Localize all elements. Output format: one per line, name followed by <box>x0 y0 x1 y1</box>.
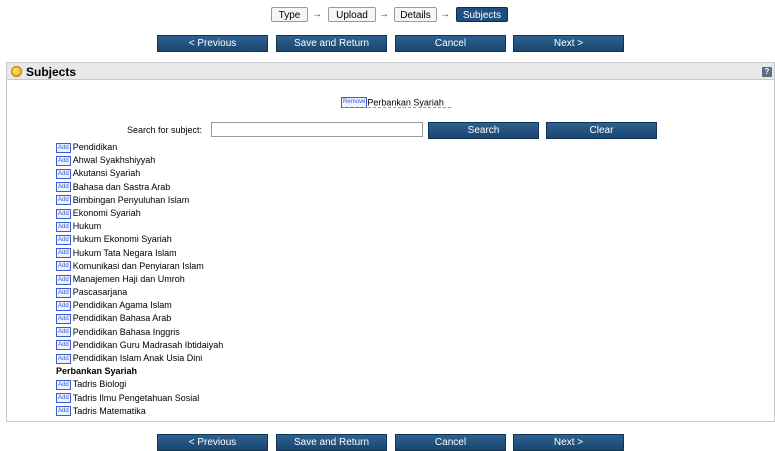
clear-button[interactable]: Clear <box>546 122 657 139</box>
step-subjects[interactable]: Subjects <box>456 7 508 22</box>
subject-list-item[interactable]: Add Tadris Ilmu Pengetahuan Sosial <box>56 392 223 405</box>
subject-name: Bahasa dan Sastra Arab <box>72 181 171 192</box>
subject-name: Ekonomi Syariah <box>72 208 141 219</box>
subject-list: Add Pendidikan Add Ahwal Syakhshiyyah Add Aku… <box>56 141 223 418</box>
subject-name: Tadris Ilmu Pengetahuan Sosial <box>72 392 200 403</box>
subject-name: Pendidikan Islam Anak Usia Dini <box>72 353 203 364</box>
subject-list-item[interactable]: Add Pendidikan Islam Anak Usia Dini <box>56 352 223 365</box>
panel-header: Subjects ? <box>7 63 774 80</box>
subject-list-item[interactable]: Add Hukum Ekonomi Syariah <box>56 233 223 246</box>
subject-list-item[interactable]: Add Ekonomi Syariah <box>56 207 223 220</box>
add-subject-button[interactable]: Add <box>56 327 71 338</box>
previous-button-bottom[interactable]: < Previous <box>157 434 268 451</box>
step-details[interactable]: Details <box>394 7 437 22</box>
step-arrow-icon: → <box>440 9 450 20</box>
subject-list-item[interactable]: Add Hukum Tata Negara Islam <box>56 247 223 260</box>
subject-name: Hukum Ekonomi Syariah <box>72 234 172 245</box>
add-subject-button[interactable]: Add <box>56 142 71 153</box>
subject-list-item[interactable]: Add Ahwal Syakhshiyyah <box>56 154 223 167</box>
subject-name: Bimbingan Penyuluhan Islam <box>72 194 190 205</box>
add-subject-button[interactable]: Add <box>56 287 71 298</box>
add-subject-button[interactable]: Add <box>56 274 71 285</box>
add-subject-button[interactable]: Add <box>56 234 71 245</box>
subject-list-item[interactable]: Add Pendidikan Agama Islam <box>56 299 223 312</box>
divider <box>343 107 451 108</box>
subject-list-item[interactable]: Add Tadris Matematika <box>56 405 223 418</box>
subject-name: Hukum <box>72 221 102 232</box>
subject-name: Hukum Tata Negara Islam <box>72 247 177 258</box>
subject-name: Ahwal Syakhshiyyah <box>72 155 156 166</box>
subject-list-item[interactable]: Add Pendidikan <box>56 141 223 154</box>
subject-list-item[interactable]: Add Pendidikan Bahasa Arab <box>56 312 223 325</box>
subject-name: Pendidikan Bahasa Inggris <box>72 326 180 337</box>
add-subject-button[interactable]: Add <box>56 314 71 325</box>
add-subject-button[interactable]: Add <box>56 208 71 219</box>
subject-name: Pendidikan Agama Islam <box>72 300 172 311</box>
subject-name: Manajemen Haji dan Umroh <box>72 274 185 284</box>
add-subject-button[interactable]: Add <box>56 353 71 364</box>
subject-name: Tadris Matematika <box>72 405 146 416</box>
add-subject-button[interactable]: Add <box>56 261 71 272</box>
add-subject-button[interactable]: Add <box>56 155 71 166</box>
subject-list-item[interactable]: Add Pendidikan Guru Madrasah Ibtidaiyah <box>56 339 223 352</box>
subject-name: Pascasarjana <box>72 287 128 298</box>
next-button-bottom[interactable]: Next > <box>513 434 624 451</box>
add-subject-button[interactable]: Add <box>56 248 71 259</box>
subject-list-item[interactable]: Add Tadris Biologi <box>56 378 223 391</box>
subjects-panel: Subjects ? Remove Perbankan Syariah Searc… <box>6 62 775 422</box>
subject-list-item[interactable]: Add Pascasarjana <box>56 286 223 299</box>
subject-name: Pendidikan Guru Madrasah Ibtidaiyah <box>72 339 224 350</box>
step-upload[interactable]: Upload <box>328 7 376 22</box>
search-input[interactable] <box>211 122 423 137</box>
subject-name: Perbankan Syariah <box>56 366 138 377</box>
subject-list-item[interactable]: Add Komunikasi dan Penyiaran Islam <box>56 260 223 273</box>
panel-title: Subjects <box>26 65 77 79</box>
subject-name: Pendidikan <box>72 142 118 153</box>
subject-list-item[interactable]: Add Bimbingan Penyuluhan Islam <box>56 194 223 207</box>
step-type[interactable]: Type <box>271 7 308 22</box>
add-subject-button[interactable]: Add <box>56 340 71 351</box>
search-button[interactable]: Search <box>428 122 539 139</box>
subject-list-item[interactable]: Add Manajemen Haji dan Umroh <box>56 273 223 286</box>
add-subject-button[interactable]: Add <box>56 380 71 390</box>
subject-name: Komunikasi dan Penyiaran Islam <box>72 260 204 271</box>
help-icon[interactable]: ? <box>762 67 772 77</box>
step-arrow-icon: → <box>312 9 322 20</box>
search-label: Search for subject: <box>127 125 203 135</box>
previous-button[interactable]: < Previous <box>157 35 268 52</box>
subjects-icon <box>11 66 22 77</box>
add-subject-button[interactable]: Add <box>56 169 71 179</box>
add-subject-button[interactable]: Add <box>56 406 71 417</box>
add-subject-button[interactable]: Add <box>56 300 71 311</box>
save-and-return-button[interactable]: Save and Return <box>276 35 387 52</box>
subject-list-item[interactable]: Add Bahasa dan Sastra Arab <box>56 181 223 194</box>
subject-list-item[interactable]: Add Pendidikan Bahasa Inggris <box>56 326 223 339</box>
subject-name: Tadris Biologi <box>72 379 127 390</box>
subject-list-item[interactable]: Add Akutansi Syariah <box>56 167 223 180</box>
add-subject-button[interactable]: Add <box>56 393 71 404</box>
step-arrow-icon: → <box>379 9 389 20</box>
subject-list-item: Perbankan Syariah <box>56 365 223 378</box>
add-subject-button[interactable]: Add <box>56 182 71 193</box>
subject-name: Pendidikan Bahasa Arab <box>72 313 172 324</box>
next-button[interactable]: Next > <box>513 35 624 52</box>
cancel-button[interactable]: Cancel <box>395 35 506 52</box>
add-subject-button[interactable]: Add <box>56 221 71 232</box>
workflow-steps: Type → Upload → Details → Subjects <box>0 7 775 24</box>
add-subject-button[interactable]: Add <box>56 195 71 206</box>
subject-name: Akutansi Syariah <box>72 168 141 179</box>
subject-list-item[interactable]: Add Hukum <box>56 220 223 233</box>
cancel-button-bottom[interactable]: Cancel <box>395 434 506 451</box>
save-and-return-button-bottom[interactable]: Save and Return <box>276 434 387 451</box>
